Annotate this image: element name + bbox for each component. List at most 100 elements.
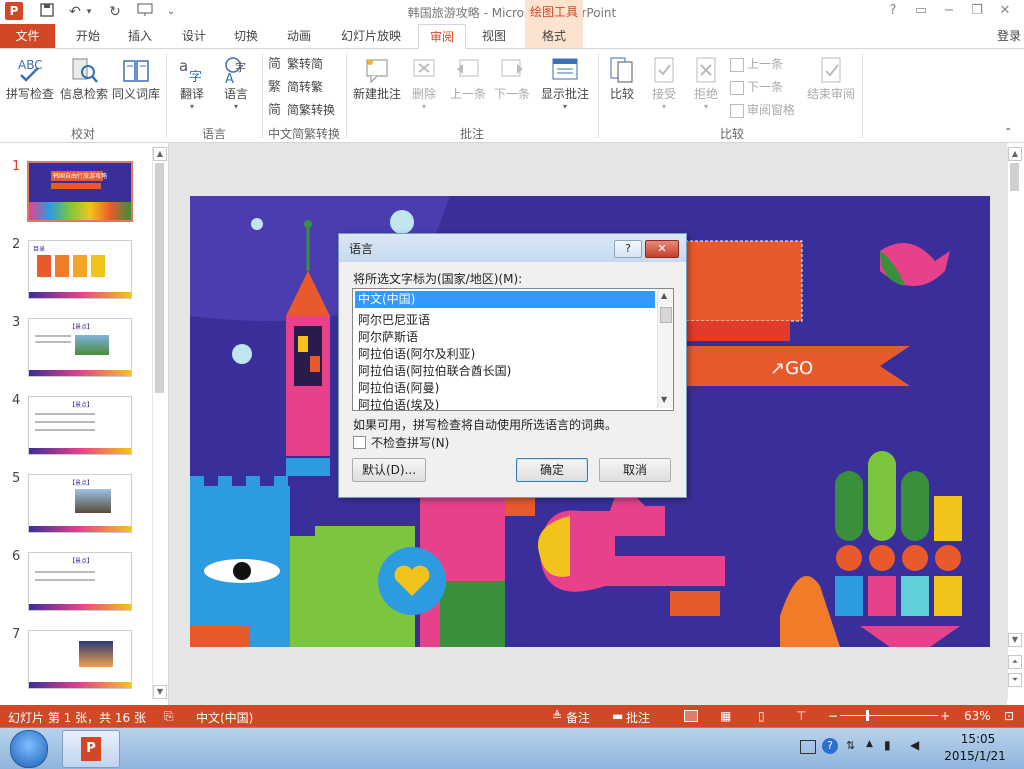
slide-sorter-icon[interactable]: ▦: [720, 709, 731, 723]
minimize-icon[interactable]: −: [938, 2, 960, 20]
scroll-up-icon[interactable]: ▲: [153, 147, 167, 161]
slide-thumbnail-1[interactable]: 韩国自由行旅游攻略: [27, 161, 133, 222]
zoom-out-icon[interactable]: −: [828, 709, 838, 723]
default-button[interactable]: 默认(D)...: [352, 458, 426, 482]
end-review-button[interactable]: 结束审阅: [804, 55, 858, 102]
show-hidden-icons[interactable]: ▲: [866, 739, 873, 749]
cancel-button[interactable]: 取消: [599, 458, 671, 482]
zoom-slider[interactable]: [840, 715, 938, 716]
tray-icon[interactable]: ⇅: [846, 739, 855, 752]
simp-to-trad-button[interactable]: 繁简转繁: [268, 77, 323, 97]
language-option[interactable]: 阿拉伯语(阿尔及利亚): [355, 346, 655, 363]
fit-to-window-icon[interactable]: ⊡: [1004, 709, 1014, 723]
ok-button[interactable]: 确定: [516, 458, 588, 482]
help-tray-icon[interactable]: ?: [822, 738, 838, 754]
zoom-slider-thumb[interactable]: [866, 710, 869, 721]
tab-view[interactable]: 视图: [474, 24, 514, 48]
language-option[interactable]: 阿尔萨斯语: [355, 329, 655, 346]
scroll-thumb[interactable]: [155, 163, 164, 393]
slide-thumbnail-6[interactable]: 【景点】: [28, 552, 132, 611]
reject-button[interactable]: 拒绝 ▾: [688, 55, 724, 111]
dialog-title-bar[interactable]: 语言 ? ✕: [339, 234, 686, 262]
do-not-check-spelling-checkbox[interactable]: [353, 436, 366, 449]
thumbnails-scrollbar[interactable]: ▲ ▼: [152, 147, 167, 699]
reading-view-icon[interactable]: ▯: [758, 709, 765, 723]
spelling-check-button[interactable]: ABC 拼写检查: [4, 55, 56, 102]
language-option[interactable]: 阿尔巴尼亚语: [355, 312, 655, 329]
language-option[interactable]: 阿拉伯语(埃及): [355, 397, 655, 410]
zoom-in-icon[interactable]: +: [940, 709, 950, 723]
language-status[interactable]: 中文(中国): [196, 709, 253, 726]
show-comments-button[interactable]: 显示批注 ▾: [538, 55, 592, 111]
clock-time[interactable]: 15:05: [948, 732, 1008, 746]
language-listbox[interactable]: 中文(中国) 阿尔巴尼亚语 阿尔萨斯语 阿拉伯语(阿尔及利亚) 阿拉伯语(阿拉伯…: [352, 288, 674, 411]
previous-change-button[interactable]: 上一条: [730, 54, 783, 74]
previous-comment-button[interactable]: 上一条: [446, 55, 490, 102]
tab-animations[interactable]: 动画: [279, 24, 319, 48]
close-window-icon[interactable]: ✕: [994, 2, 1016, 20]
slide-thumbnail-3[interactable]: 【景点】: [28, 318, 132, 377]
restore-icon[interactable]: ❐: [966, 2, 988, 20]
ribbon-display-options-icon[interactable]: ▭: [910, 2, 932, 20]
next-change-button[interactable]: 下一条: [730, 77, 783, 97]
delete-comment-button[interactable]: 删除 ▾: [406, 55, 442, 111]
language-option[interactable]: 阿拉伯语(阿曼): [355, 380, 655, 397]
collapse-ribbon-icon[interactable]: ⌃: [1004, 127, 1012, 138]
language-option[interactable]: 阿拉伯语(阿拉伯联合酋长国): [355, 363, 655, 380]
slide-thumbnail-5[interactable]: 【景点】: [28, 474, 132, 533]
slide-thumbnail-4[interactable]: 【景点】: [28, 396, 132, 455]
next-comment-button[interactable]: 下一条: [490, 55, 534, 102]
notes-icon[interactable]: ≜: [552, 709, 562, 723]
tab-review[interactable]: 审阅: [418, 24, 466, 50]
language-list-scrollbar[interactable]: ▲ ▼: [657, 289, 673, 408]
scroll-thumb[interactable]: [660, 307, 672, 323]
volume-icon[interactable]: ◀: [910, 738, 919, 752]
comments-icon[interactable]: ▬: [612, 709, 623, 723]
trad-to-simp-button[interactable]: 简繁转简: [268, 54, 323, 74]
zoom-level[interactable]: 63%: [964, 709, 991, 723]
previous-slide-icon[interactable]: ⏶: [1008, 655, 1022, 669]
research-button[interactable]: 信息检索: [58, 55, 110, 102]
keyboard-icon[interactable]: [800, 740, 816, 754]
language-button[interactable]: A字 语言 ▾: [214, 55, 258, 111]
comments-button[interactable]: 批注: [626, 709, 650, 726]
notes-button[interactable]: 备注: [566, 709, 590, 726]
slide-thumbnail-2[interactable]: 目录: [28, 240, 132, 299]
scroll-down-icon[interactable]: ▼: [661, 395, 667, 404]
slide-thumbnail-7[interactable]: [28, 630, 132, 689]
dialog-help-button[interactable]: ?: [614, 240, 642, 258]
new-comment-button[interactable]: 新建批注: [350, 55, 404, 102]
slideshow-view-icon[interactable]: ⊤: [796, 709, 806, 723]
taskbar-powerpoint-button[interactable]: P: [62, 730, 120, 768]
canvas-scrollbar[interactable]: ▲ ▼ ⏶ ⏷: [1007, 147, 1022, 699]
tab-transitions[interactable]: 切换: [226, 24, 266, 48]
scroll-down-icon[interactable]: ▼: [1008, 633, 1022, 647]
scroll-thumb[interactable]: [1010, 163, 1019, 191]
normal-view-icon[interactable]: [684, 710, 698, 722]
proofing-status-icon[interactable]: ⎘: [164, 709, 174, 724]
compare-button[interactable]: 比较: [604, 55, 640, 102]
accept-button[interactable]: 接受 ▾: [646, 55, 682, 111]
slide-position-text[interactable]: 幻灯片 第 1 张，共 16 张: [8, 709, 146, 726]
thesaurus-button[interactable]: 同义词库: [110, 55, 162, 102]
scroll-down-icon[interactable]: ▼: [153, 685, 167, 699]
tab-insert[interactable]: 插入: [120, 24, 160, 48]
scroll-up-icon[interactable]: ▲: [661, 291, 667, 300]
review-pane-button[interactable]: 审阅窗格: [730, 100, 795, 120]
clock-date[interactable]: 2015/1/21: [940, 749, 1010, 763]
do-not-check-spelling-label[interactable]: 不检查拼写(N): [371, 434, 449, 451]
help-icon[interactable]: ?: [882, 2, 904, 20]
sign-in-link[interactable]: 登录: [994, 24, 1024, 48]
translate-button[interactable]: a字 翻译 ▾: [170, 55, 214, 111]
tab-design[interactable]: 设计: [174, 24, 214, 48]
start-button[interactable]: [10, 730, 48, 768]
dialog-close-button[interactable]: ✕: [645, 240, 679, 258]
chinese-convert-button[interactable]: 简简繁转换: [268, 100, 335, 120]
tab-file[interactable]: 文件: [0, 24, 55, 48]
tab-format[interactable]: 格式: [525, 24, 583, 48]
network-icon[interactable]: ▮: [884, 738, 891, 752]
tab-home[interactable]: 开始: [68, 24, 108, 48]
next-slide-icon[interactable]: ⏷: [1008, 673, 1022, 687]
scroll-up-icon[interactable]: ▲: [1008, 147, 1022, 161]
tab-slideshow[interactable]: 幻灯片放映: [334, 24, 408, 48]
